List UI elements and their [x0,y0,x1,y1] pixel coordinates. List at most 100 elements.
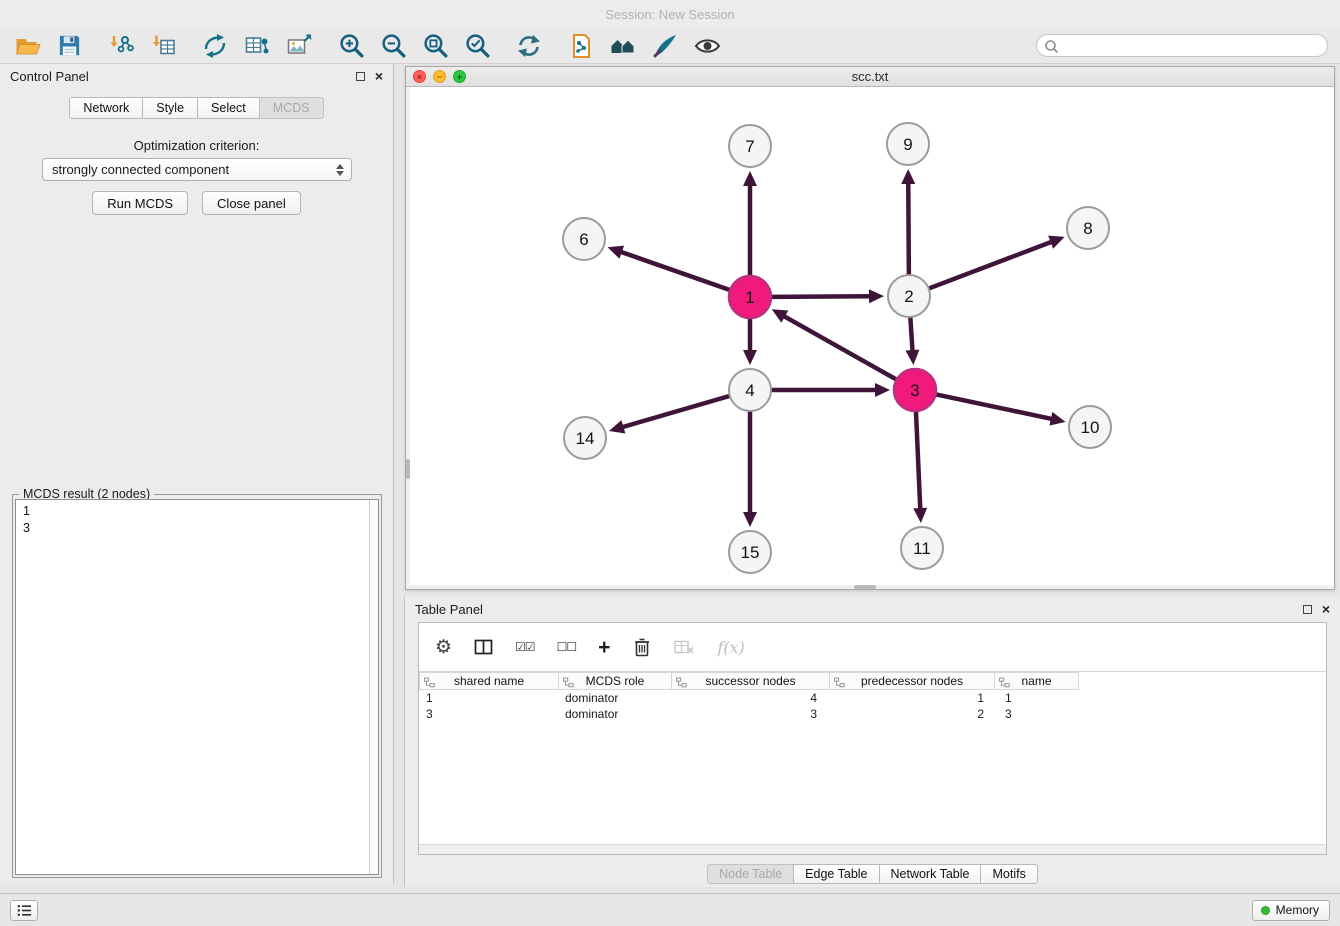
session-network-icon[interactable] [566,31,596,61]
memory-button[interactable]: Memory [1252,900,1330,921]
graph-edge-2-3[interactable] [910,317,912,352]
mcds-result-item[interactable]: 1 [23,503,369,520]
tab-motifs[interactable]: Motifs [980,864,1037,884]
column-header-predecessor-nodes[interactable]: predecessor nodes [829,672,995,690]
column-type-icon [563,677,574,688]
table-body: 1dominator4113dominator323 [419,690,1326,722]
cell-shared_name[interactable]: 3 [419,706,559,722]
dropdown-arrows-icon [336,164,347,176]
tab-select[interactable]: Select [197,97,260,119]
column-header-mcds-role[interactable]: MCDS role [558,672,672,690]
show-columns-icon[interactable] [474,638,493,656]
tab-network-table[interactable]: Network Table [879,864,982,884]
graph-edge-4-14[interactable] [621,396,729,428]
close-panel-button[interactable]: Close panel [202,191,301,215]
tab-edge-table[interactable]: Edge Table [793,864,879,884]
table-settings-gear-icon[interactable]: ⚙ [435,638,452,657]
network-horizontal-scrollbar[interactable] [406,585,1334,589]
network-canvas[interactable]: 7968124314101511 [406,87,1334,589]
search-input[interactable] [1036,34,1328,57]
tab-network[interactable]: Network [69,97,143,119]
graph-edge-arrow-1-7 [743,171,757,186]
table-row[interactable]: 1dominator411 [419,690,1326,706]
cell-mcds_role[interactable]: dominator [559,706,672,722]
search-icon [1044,39,1059,54]
tab-mcds[interactable]: MCDS [259,97,324,119]
mcds-result-item[interactable]: 3 [23,520,369,537]
graph-edge-arrow-1-6 [608,246,624,259]
cell-successor_nodes[interactable]: 4 [672,690,830,706]
cell-name[interactable]: 1 [995,690,1079,706]
graph-edge-3-11[interactable] [916,411,920,510]
close-panel-icon[interactable]: × [375,69,383,83]
result-scrollbar[interactable] [369,500,378,874]
cell-shared_name[interactable]: 1 [419,690,559,706]
table-panel-header: Table Panel × [405,597,1340,621]
task-history-button[interactable] [10,900,38,921]
cell-successor_nodes[interactable]: 3 [672,706,830,722]
tab-node-table[interactable]: Node Table [707,864,794,884]
graph-edge-2-8[interactable] [929,241,1053,288]
criterion-dropdown[interactable]: strongly connected component [42,158,352,181]
graph-node-label-9: 9 [903,135,912,154]
graph-edge-3-1[interactable] [783,316,897,380]
graph-node-label-8: 8 [1083,219,1092,238]
window-close-icon[interactable]: × [413,70,426,83]
graph-edge-arrow-1-2 [869,289,884,303]
refresh-icon[interactable] [514,31,544,61]
deselect-all-icon[interactable]: ☐☐ [557,640,577,654]
delete-column-icon[interactable] [632,637,652,658]
graph-edge-1-2[interactable] [771,296,871,297]
status-bar: Memory [0,893,1340,926]
eye-icon[interactable] [692,31,722,61]
mcds-result-list[interactable]: 1 3 [16,500,369,874]
import-network-icon[interactable] [106,31,136,61]
cell-mcds_role[interactable]: dominator [559,690,672,706]
import-table-icon[interactable] [148,31,178,61]
memory-label: Memory [1276,903,1319,917]
window-minimize-icon[interactable]: − [433,70,446,83]
function-builder-icon: f(x) [717,638,744,657]
graph-edge-1-6[interactable] [620,252,730,291]
style-paint-icon[interactable] [650,31,680,61]
graph-edge-arrow-3-10 [1049,412,1065,426]
network-vertical-scrollbar[interactable] [406,87,410,589]
close-table-panel-icon[interactable]: × [1322,602,1330,616]
graph-node-label-6: 6 [579,230,588,249]
network-graph[interactable]: 7968124314101511 [406,87,1334,589]
table-panel-tabs: Node Table Edge Table Network Table Moti… [405,864,1340,884]
table-horizontal-scrollbar[interactable] [419,844,1326,854]
control-panel-title: Control Panel [10,69,89,84]
zoom-fit-icon[interactable] [420,31,450,61]
tab-style[interactable]: Style [142,97,198,119]
graph-edge-3-10[interactable] [936,394,1053,419]
run-mcds-button[interactable]: Run MCDS [92,191,188,215]
export-image-icon[interactable] [284,31,314,61]
open-file-icon[interactable] [12,31,42,61]
save-session-icon[interactable] [54,31,84,61]
float-panel-icon[interactable] [356,72,365,81]
window-title: Session: New Session [605,7,734,22]
cell-predecessor_nodes[interactable]: 2 [830,706,995,722]
window-maximize-icon[interactable]: + [453,70,466,83]
add-column-icon[interactable]: + [598,637,610,658]
column-header-name[interactable]: name [994,672,1079,690]
home-icon[interactable] [608,31,638,61]
zoom-selected-icon[interactable] [462,31,492,61]
new-network-icon[interactable] [200,31,230,61]
table-row[interactable]: 3dominator323 [419,706,1326,722]
zoom-in-icon[interactable] [336,31,366,61]
zoom-out-icon[interactable] [378,31,408,61]
control-panel: Control Panel × Network Style Select MCD… [0,64,394,884]
control-panel-header: Control Panel × [0,64,393,88]
cell-predecessor_nodes[interactable]: 1 [830,690,995,706]
select-all-icon[interactable]: ☑☑ [515,640,535,654]
column-header-successor-nodes[interactable]: successor nodes [671,672,830,690]
cell-name[interactable]: 3 [995,706,1079,722]
graph-edge-2-9[interactable] [908,182,909,275]
network-window-title: scc.txt [852,69,889,84]
column-header-shared-name[interactable]: shared name [419,672,559,690]
new-table-icon[interactable] [242,31,272,61]
float-table-panel-icon[interactable] [1303,605,1312,614]
graph-node-label-1: 1 [745,288,754,307]
